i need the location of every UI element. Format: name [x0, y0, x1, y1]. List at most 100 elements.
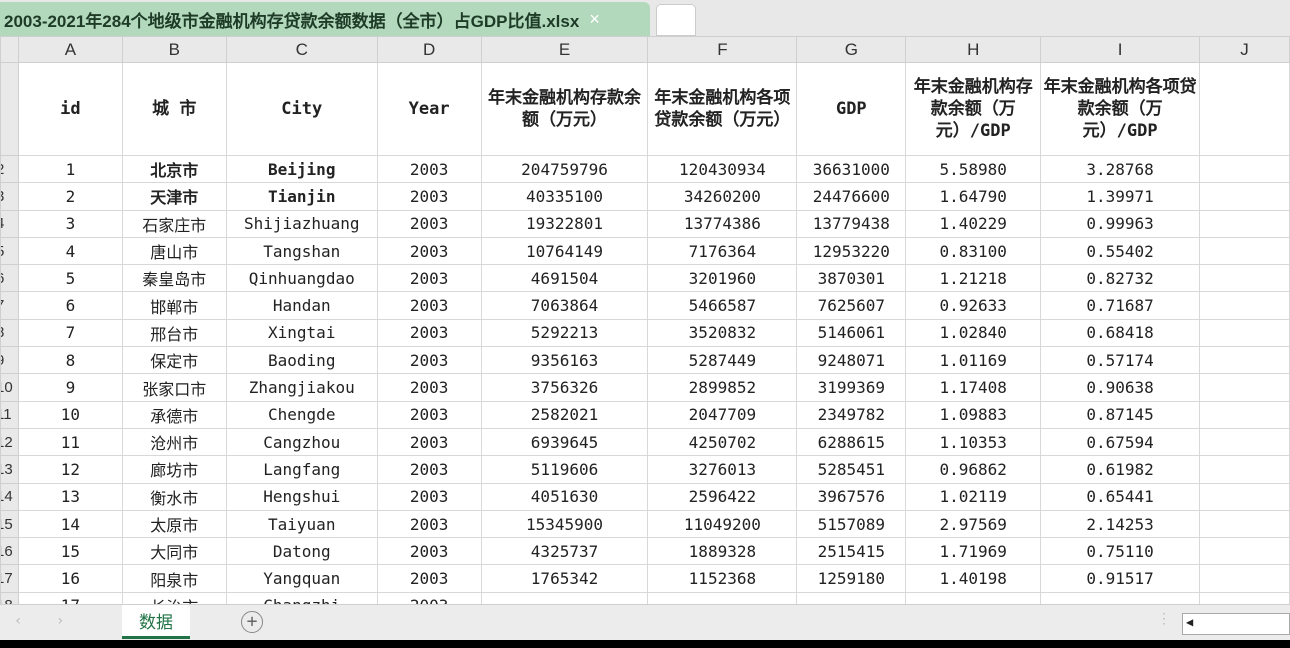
table-cell[interactable]: 0.55402	[1040, 236, 1201, 266]
table-cell[interactable]: 0.91517	[1040, 564, 1201, 593]
row-header[interactable]	[0, 62, 19, 156]
table-cell[interactable]: 0.90638	[1040, 373, 1201, 402]
table-cell[interactable]: 2582021	[480, 400, 649, 429]
table-cell[interactable]: 2003	[376, 373, 482, 402]
empty-cell[interactable]	[1199, 455, 1290, 484]
table-cell[interactable]: Baoding	[225, 346, 378, 375]
empty-cell[interactable]	[1199, 537, 1290, 566]
table-cell[interactable]: 1.10353	[905, 427, 1042, 457]
table-cell[interactable]: 2003	[376, 154, 482, 184]
table-cell[interactable]: 廊坊市	[121, 455, 227, 484]
scroll-tabs-left-icon[interactable]: ‹	[14, 613, 22, 629]
column-header-i[interactable]: I	[1040, 36, 1201, 63]
table-cell[interactable]: 0.99963	[1040, 209, 1201, 238]
table-cell[interactable]: 2003	[376, 482, 482, 511]
table-cell[interactable]: Shijiazhuang	[225, 209, 378, 238]
table-cell[interactable]	[905, 591, 1042, 604]
header-cell[interactable]: GDP	[796, 62, 907, 156]
table-cell[interactable]: 2003	[376, 346, 482, 375]
table-cell[interactable]: 3967576	[796, 482, 907, 511]
empty-cell[interactable]	[1199, 427, 1290, 457]
table-cell[interactable]: Tangshan	[225, 236, 378, 266]
table-cell[interactable]: 3199369	[796, 373, 907, 402]
table-cell[interactable]: 天津市	[121, 182, 227, 211]
table-cell[interactable]: 2515415	[796, 537, 907, 566]
header-cell[interactable]: 年末金融机构各项贷款余额（万元）	[647, 62, 798, 156]
table-cell[interactable]: 4051630	[480, 482, 649, 511]
table-cell[interactable]: 阳泉市	[121, 564, 227, 593]
column-header-d[interactable]: D	[376, 36, 482, 63]
table-cell[interactable]: 3276013	[647, 455, 798, 484]
table-cell[interactable]	[1040, 591, 1201, 604]
header-cell[interactable]: 年末金融机构各项贷款余额（万元）/GDP	[1040, 62, 1201, 156]
table-cell[interactable]: 邢台市	[121, 318, 227, 348]
close-tab-icon[interactable]: ×	[589, 9, 600, 30]
table-cell[interactable]: 0.61982	[1040, 455, 1201, 484]
table-cell[interactable]: Xingtai	[225, 318, 378, 348]
table-cell[interactable]: 0.57174	[1040, 346, 1201, 375]
table-cell[interactable]: Beijing	[225, 154, 378, 184]
table-cell[interactable]: 3756326	[480, 373, 649, 402]
header-cell[interactable]: 年末金融机构存款余额（万元）	[480, 62, 649, 156]
splitter-handle[interactable]: ⋮	[1157, 611, 1171, 627]
table-cell[interactable]: 邯郸市	[121, 291, 227, 320]
table-cell[interactable]: 1.40198	[905, 564, 1042, 593]
table-cell[interactable]: 1152368	[647, 564, 798, 593]
table-cell[interactable]: 3.28768	[1040, 154, 1201, 184]
table-cell[interactable]: 0.71687	[1040, 291, 1201, 320]
column-header-a[interactable]: A	[17, 36, 123, 63]
table-cell[interactable]: 0.96862	[905, 455, 1042, 484]
table-cell[interactable]: 1765342	[480, 564, 649, 593]
header-cell[interactable]: Year	[376, 62, 482, 156]
table-cell[interactable]: 6	[17, 291, 123, 320]
header-cell[interactable]: City	[225, 62, 378, 156]
table-cell[interactable]: 4250702	[647, 427, 798, 457]
table-cell[interactable]: 秦皇岛市	[121, 264, 227, 293]
table-cell[interactable]: 1	[17, 154, 123, 184]
table-cell[interactable]: 2003	[376, 236, 482, 266]
table-cell[interactable]: 太原市	[121, 509, 227, 539]
table-cell[interactable]: 长治市	[121, 591, 227, 604]
table-cell[interactable]: 12	[17, 455, 123, 484]
table-cell[interactable]: 3	[17, 209, 123, 238]
table-cell[interactable]: 24476600	[796, 182, 907, 211]
table-cell[interactable]: 2596422	[647, 482, 798, 511]
table-cell[interactable]: Zhangjiakou	[225, 373, 378, 402]
table-cell[interactable]: 15345900	[480, 509, 649, 539]
column-header-f[interactable]: F	[647, 36, 798, 63]
table-cell[interactable]: 8	[17, 346, 123, 375]
row-header[interactable]: 15	[0, 509, 19, 539]
table-cell[interactable]: 沧州市	[121, 427, 227, 457]
table-cell[interactable]: Taiyuan	[225, 509, 378, 539]
select-all-corner[interactable]	[0, 36, 19, 63]
table-cell[interactable]: 1.09883	[905, 400, 1042, 429]
add-sheet-button[interactable]: +	[241, 611, 263, 633]
table-cell[interactable]: 2	[17, 182, 123, 211]
table-cell[interactable]: 10764149	[480, 236, 649, 266]
table-cell[interactable]: 5.58980	[905, 154, 1042, 184]
table-cell[interactable]: 2003	[376, 537, 482, 566]
empty-cell[interactable]	[1199, 346, 1290, 375]
table-cell[interactable]: 120430934	[647, 154, 798, 184]
table-cell[interactable]: 3870301	[796, 264, 907, 293]
table-cell[interactable]: 衡水市	[121, 482, 227, 511]
table-cell[interactable]: 6939645	[480, 427, 649, 457]
table-cell[interactable]: 0.68418	[1040, 318, 1201, 348]
table-cell[interactable]: 6288615	[796, 427, 907, 457]
table-cell[interactable]: 4	[17, 236, 123, 266]
header-cell[interactable]: id	[17, 62, 123, 156]
table-cell[interactable]: 2003	[376, 400, 482, 429]
table-cell[interactable]: 0.92633	[905, 291, 1042, 320]
table-cell[interactable]: 9248071	[796, 346, 907, 375]
empty-cell[interactable]	[1199, 482, 1290, 511]
sheet-tab-data[interactable]: 数据	[122, 605, 190, 639]
empty-cell[interactable]	[1199, 400, 1290, 429]
table-cell[interactable]: 0.65441	[1040, 482, 1201, 511]
table-cell[interactable]: 2.14253	[1040, 509, 1201, 539]
table-cell[interactable]: 16	[17, 564, 123, 593]
table-cell[interactable]: 2003	[376, 427, 482, 457]
table-cell[interactable]: 4691504	[480, 264, 649, 293]
table-cell[interactable]: 5119606	[480, 455, 649, 484]
table-cell[interactable]: 9	[17, 373, 123, 402]
table-cell[interactable]: 13774386	[647, 209, 798, 238]
